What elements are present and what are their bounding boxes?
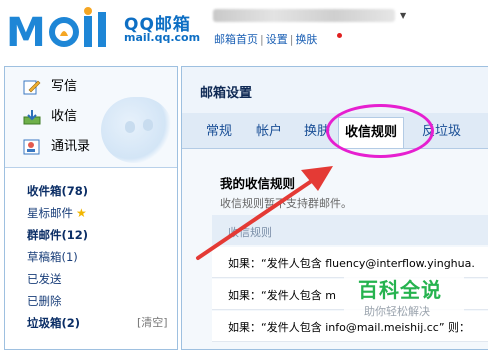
annotation-arrow-icon <box>196 166 333 260</box>
